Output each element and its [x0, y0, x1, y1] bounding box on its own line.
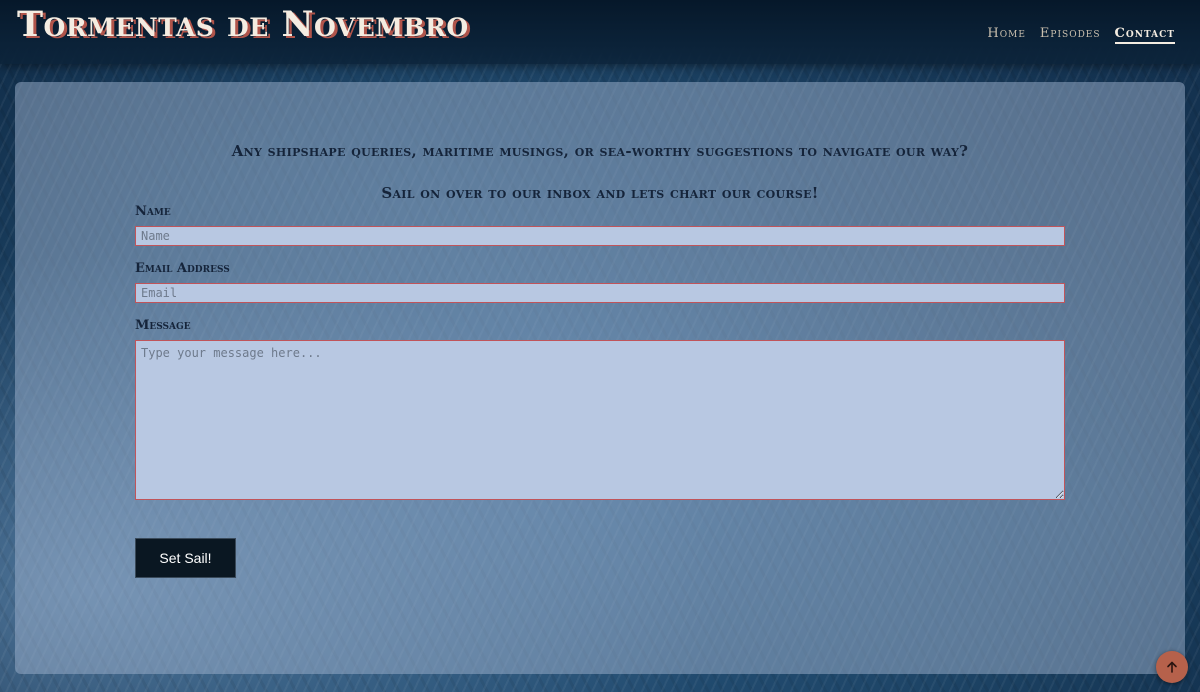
back-to-top-button[interactable] [1156, 651, 1188, 683]
main-nav: Home Episodes Contact [987, 26, 1175, 44]
contact-panel: Any shipshape queries, maritime musings,… [15, 82, 1185, 674]
nav-contact-link[interactable]: Contact [1114, 26, 1175, 44]
site-title[interactable]: Tormentas de Novembro [17, 4, 469, 45]
site-header: Tormentas de Novembro Home Episodes Cont… [0, 0, 1200, 64]
name-label: Name [135, 204, 171, 219]
arrow-up-icon [1167, 661, 1177, 673]
message-textarea[interactable] [135, 340, 1065, 500]
contact-intro-line-1: Any shipshape queries, maritime musings,… [231, 142, 969, 160]
email-input[interactable] [135, 283, 1065, 303]
contact-intro-line-2: Sail on over to our inbox and lets chart… [381, 184, 819, 202]
email-label: Email Address [135, 261, 230, 276]
set-sail-button[interactable]: Set Sail! [135, 538, 236, 578]
message-label: Message [135, 318, 191, 333]
nav-episodes-link[interactable]: Episodes [1040, 26, 1101, 44]
nav-home-link[interactable]: Home [987, 26, 1026, 44]
name-input[interactable] [135, 226, 1065, 246]
